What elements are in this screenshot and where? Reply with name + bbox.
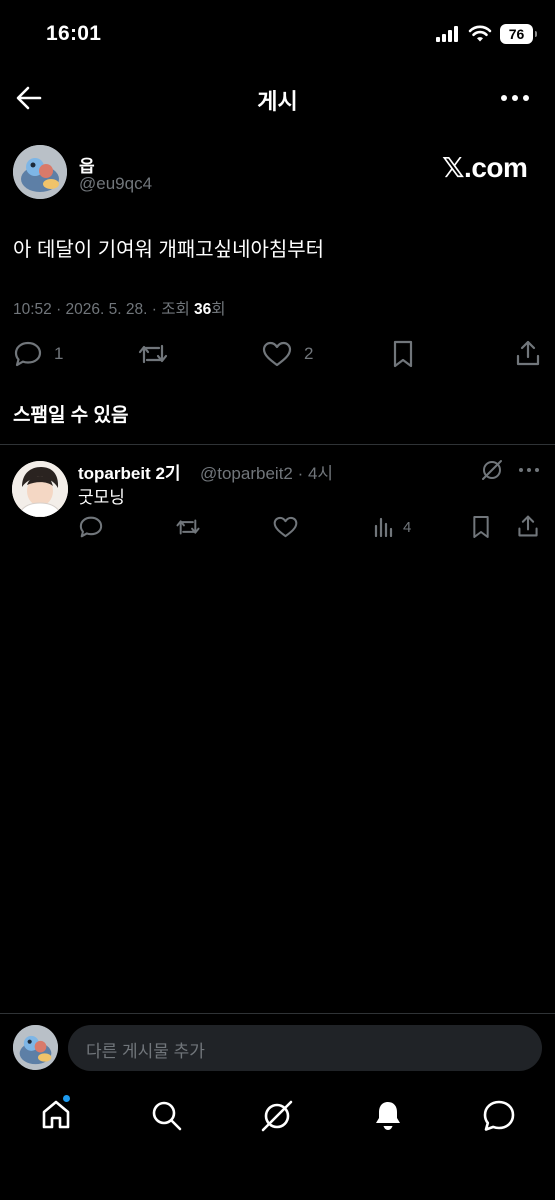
- composer-avatar: [13, 1025, 58, 1070]
- reply-author-name[interactable]: toparbeit 2기: [78, 459, 181, 484]
- bookmark-icon: [473, 516, 489, 538]
- battery-indicator: 76: [500, 24, 537, 44]
- notifications-icon: [376, 1102, 400, 1130]
- reply-bookmark-button[interactable]: [471, 515, 491, 539]
- reply-button[interactable]: 1: [14, 341, 63, 367]
- wifi-icon: [468, 25, 492, 42]
- messages-icon: [483, 1100, 515, 1131]
- nav-home[interactable]: [39, 1098, 73, 1132]
- reply-count: 1: [54, 344, 64, 363]
- reply-more-button[interactable]: [518, 466, 540, 474]
- home-icon: [42, 1100, 70, 1129]
- nav-grok[interactable]: [260, 1099, 294, 1133]
- status-time: 16:01: [46, 22, 102, 45]
- search-icon: [152, 1101, 182, 1131]
- nav-notifications[interactable]: [371, 1099, 405, 1133]
- grok-icon: [261, 1100, 293, 1132]
- page-title: 게시: [257, 89, 298, 114]
- post-meta: 10:52 · 2026. 5. 28. · 조회 36회: [13, 297, 226, 319]
- divider: [0, 444, 555, 445]
- reply-like-button[interactable]: [273, 516, 298, 538]
- like-icon: [262, 341, 292, 367]
- reply-view-count: 4: [403, 518, 412, 536]
- post-timestamp: 10:52 · 2026. 5. 28. · 조회: [13, 301, 195, 318]
- more-button[interactable]: [499, 88, 531, 108]
- more-icon: [501, 95, 529, 101]
- repost-button[interactable]: [137, 341, 169, 367]
- grok-icon: [482, 460, 502, 480]
- author-handle[interactable]: @eu9qc4: [79, 174, 152, 194]
- xcom-watermark: 𝕏.com: [442, 152, 528, 183]
- bookmark-icon: [393, 340, 413, 368]
- like-button[interactable]: 2: [262, 341, 313, 367]
- reply-avatar[interactable]: [12, 461, 68, 517]
- repost-icon: [176, 519, 200, 535]
- like-icon: [273, 516, 298, 538]
- home-unread-dot: [62, 1094, 71, 1103]
- reply-reply-button[interactable]: [79, 516, 103, 538]
- reply-icon: [79, 516, 103, 538]
- like-count: 2: [304, 344, 314, 363]
- reply-handle-time[interactable]: @toparbeit2 · 4시: [200, 459, 333, 484]
- bookmark-button[interactable]: [391, 340, 415, 368]
- author-avatar[interactable]: [13, 145, 67, 199]
- avatar-image: [13, 145, 67, 199]
- status-icons: 76: [436, 24, 537, 44]
- post-view-count[interactable]: 36: [194, 301, 211, 318]
- reply-views-button[interactable]: 4: [373, 517, 411, 537]
- share-button[interactable]: [514, 339, 542, 367]
- share-icon: [516, 340, 540, 366]
- views-icon: [374, 517, 393, 537]
- reply-composer-input[interactable]: 다른 게시물 추가: [68, 1025, 542, 1071]
- battery-level: 76: [508, 26, 525, 42]
- post-text: 아 데달이 기여워 개패고싶네아침부터: [13, 239, 325, 261]
- reply-icon: [14, 341, 42, 367]
- nav-messages[interactable]: [482, 1099, 516, 1133]
- reply-grok-button[interactable]: [481, 459, 503, 481]
- nav-search[interactable]: [150, 1099, 184, 1133]
- more-icon: [519, 468, 539, 472]
- spam-notice[interactable]: 스팸일 수 있음: [13, 400, 128, 427]
- signal-icon: [436, 26, 458, 42]
- post-view-suffix: 회: [211, 301, 226, 318]
- reply-share-button[interactable]: [516, 514, 540, 538]
- share-icon: [518, 515, 538, 537]
- repost-icon: [138, 344, 168, 364]
- avatar-image: [12, 461, 68, 517]
- reply-repost-button[interactable]: [175, 516, 201, 538]
- divider: [0, 1013, 555, 1014]
- reply-text: 굿모닝: [78, 488, 125, 507]
- avatar-image: [13, 1025, 58, 1070]
